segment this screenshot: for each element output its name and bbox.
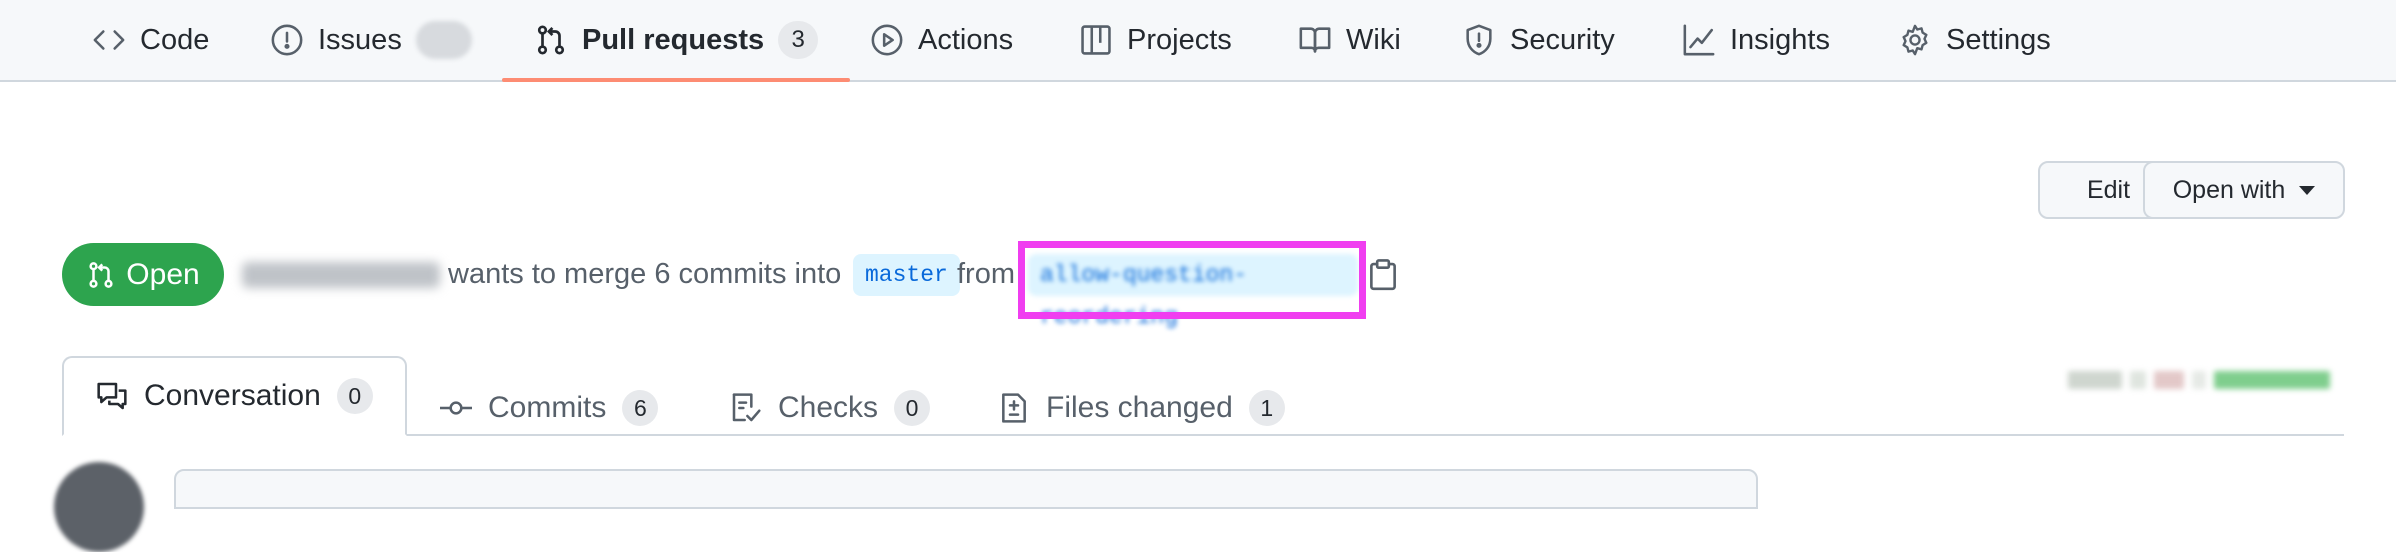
open-with-label: Open with: [2172, 175, 2286, 204]
nav-insights[interactable]: Insights: [1682, 0, 1830, 80]
pr-title: [62, 146, 1762, 212]
base-branch[interactable]: master: [853, 254, 960, 296]
tab-checks[interactable]: Checks 0: [730, 380, 931, 436]
nav-label: Projects: [1127, 23, 1232, 56]
nav-code[interactable]: Code: [92, 0, 209, 80]
comment-discussion-icon: [97, 382, 127, 410]
nav-label: Actions: [918, 23, 1014, 56]
tab-conversation[interactable]: Conversation 0: [62, 356, 407, 436]
pr-state-badge: Open: [62, 243, 224, 306]
repo-nav: Code Issues Pull requests 3 Actions Proj…: [0, 0, 2396, 82]
git-pull-request-icon: [89, 261, 113, 288]
nav-security[interactable]: Security: [1462, 0, 1615, 80]
nav-label: Insights: [1730, 23, 1830, 56]
nav-issues[interactable]: Issues: [270, 0, 472, 80]
play-icon: [870, 23, 904, 57]
tab-label: Commits: [488, 391, 607, 424]
tab-files-changed[interactable]: Files changed 1: [998, 380, 1285, 436]
graph-icon: [1682, 23, 1716, 57]
nav-label: Code: [140, 23, 210, 56]
nav-actions[interactable]: Actions: [870, 0, 1013, 80]
nav-label: Wiki: [1346, 23, 1401, 56]
issues-counter: [415, 21, 472, 59]
open-with-button[interactable]: Open with: [2143, 161, 2345, 219]
tab-label: Files changed: [1046, 391, 1233, 424]
git-commit-icon: [440, 401, 472, 415]
copy-icon: [1370, 259, 1396, 291]
copy-branch-button[interactable]: [1368, 259, 1398, 291]
table-icon: [1079, 23, 1113, 57]
checklist-icon: [732, 393, 761, 422]
shield-icon: [1462, 23, 1496, 57]
chevron-down-icon: [2299, 185, 2316, 195]
tab-counter: 0: [894, 390, 931, 426]
issue-opened-icon: [270, 23, 304, 57]
edit-button-label: Edit: [2086, 175, 2131, 204]
tab-counter: 6: [622, 390, 659, 426]
git-pull-request-icon: [534, 23, 568, 57]
nav-wiki[interactable]: Wiki: [1298, 0, 1401, 80]
pull-requests-counter: 3: [778, 21, 819, 59]
avatar[interactable]: [54, 462, 144, 552]
nav-pull-requests[interactable]: Pull requests 3: [501, 0, 851, 82]
gear-icon: [1898, 23, 1932, 57]
tab-counter: 0: [336, 378, 373, 414]
file-diff-icon: [1002, 393, 1026, 423]
tab-counter: 1: [1248, 390, 1285, 426]
code-icon: [92, 23, 126, 57]
nav-label: Pull requests: [582, 23, 765, 56]
pr-state-label: Open: [126, 257, 200, 291]
nav-label: Issues: [318, 23, 402, 56]
nav-label: Security: [1510, 23, 1615, 56]
nav-projects[interactable]: Projects: [1079, 0, 1232, 80]
tab-label: Checks: [778, 391, 879, 424]
tab-commits[interactable]: Commits 6: [440, 380, 659, 436]
comment-header: [174, 469, 1758, 509]
book-icon: [1298, 23, 1332, 57]
pr-author-link[interactable]: [242, 262, 440, 288]
merge-description: wants to merge 6 commits into: [448, 258, 842, 290]
from-text: from: [957, 258, 1015, 290]
diffstat: [2068, 371, 2342, 389]
nav-label: Settings: [1946, 23, 2051, 56]
tab-label: Conversation: [144, 379, 321, 412]
highlight-annotation: [1018, 241, 1366, 319]
nav-settings[interactable]: Settings: [1898, 0, 2051, 80]
